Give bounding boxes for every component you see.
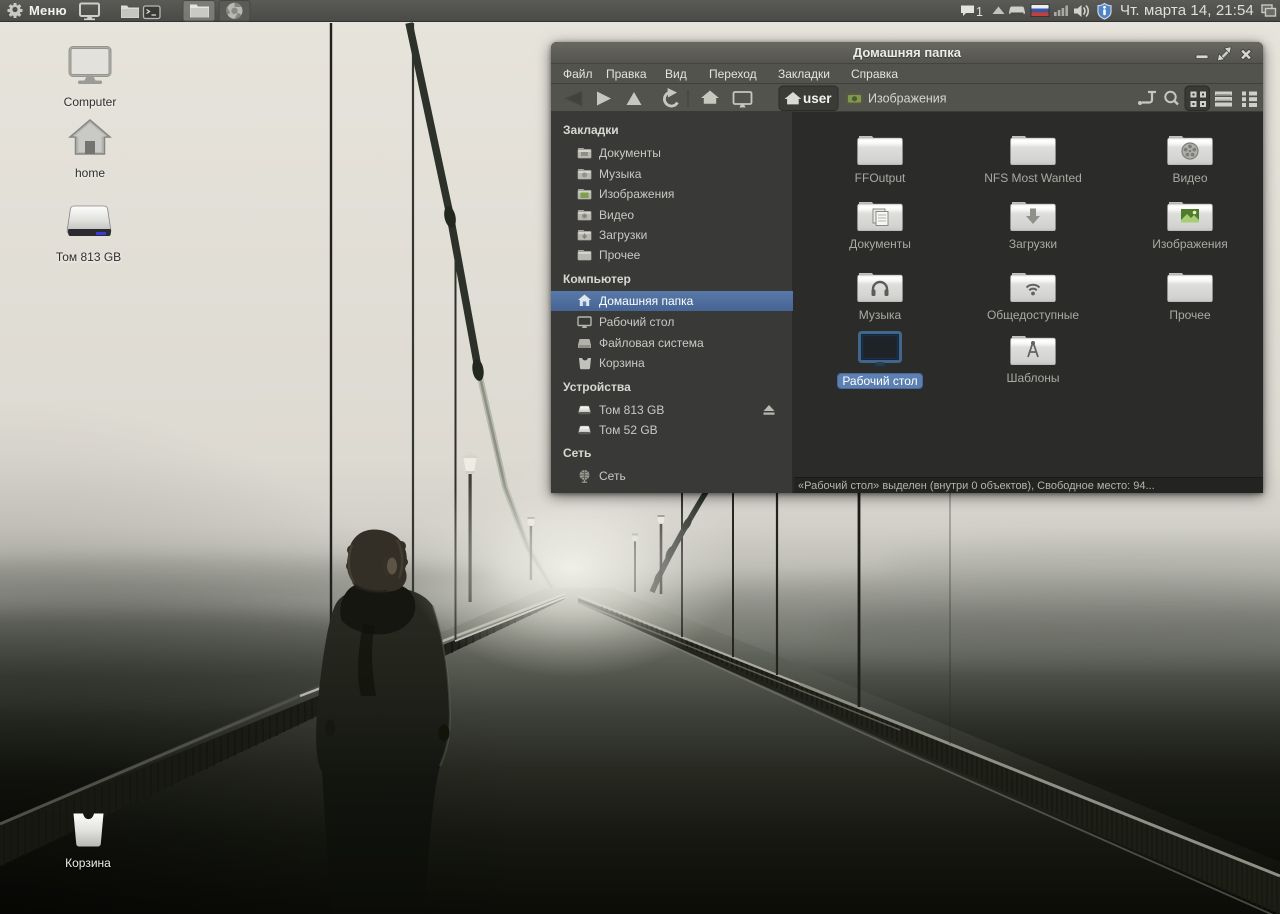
svg-text:1: 1	[976, 5, 983, 19]
svg-text:user: user	[803, 91, 832, 106]
svg-text:Изображения: Изображения	[868, 92, 947, 106]
